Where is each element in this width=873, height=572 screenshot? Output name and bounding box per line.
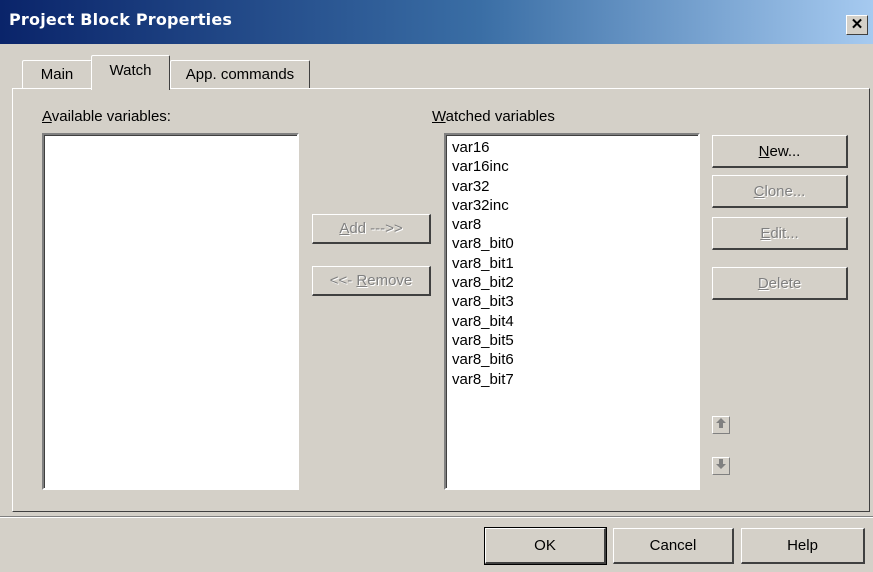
tab-main-label: Main — [40, 66, 74, 83]
ok-button[interactable]: OK — [484, 527, 607, 565]
help-button[interactable]: Help — [741, 528, 865, 564]
tab-panel-watch — [12, 88, 870, 512]
close-icon: ✕ — [850, 16, 864, 33]
tab-watch-label: Watch — [109, 62, 152, 79]
title-bar: Project Block Properties ✕ — [0, 0, 873, 44]
tab-main[interactable]: Main — [22, 60, 92, 89]
close-button[interactable]: ✕ — [846, 15, 868, 35]
window-title: Project Block Properties — [9, 10, 233, 29]
tab-app-commands[interactable]: App. commands — [170, 60, 310, 89]
tab-app-commands-label: App. commands — [185, 66, 295, 83]
tab-watch[interactable]: Watch — [91, 55, 170, 90]
cancel-button[interactable]: Cancel — [613, 528, 734, 564]
footer-divider-highlight — [0, 517, 873, 518]
